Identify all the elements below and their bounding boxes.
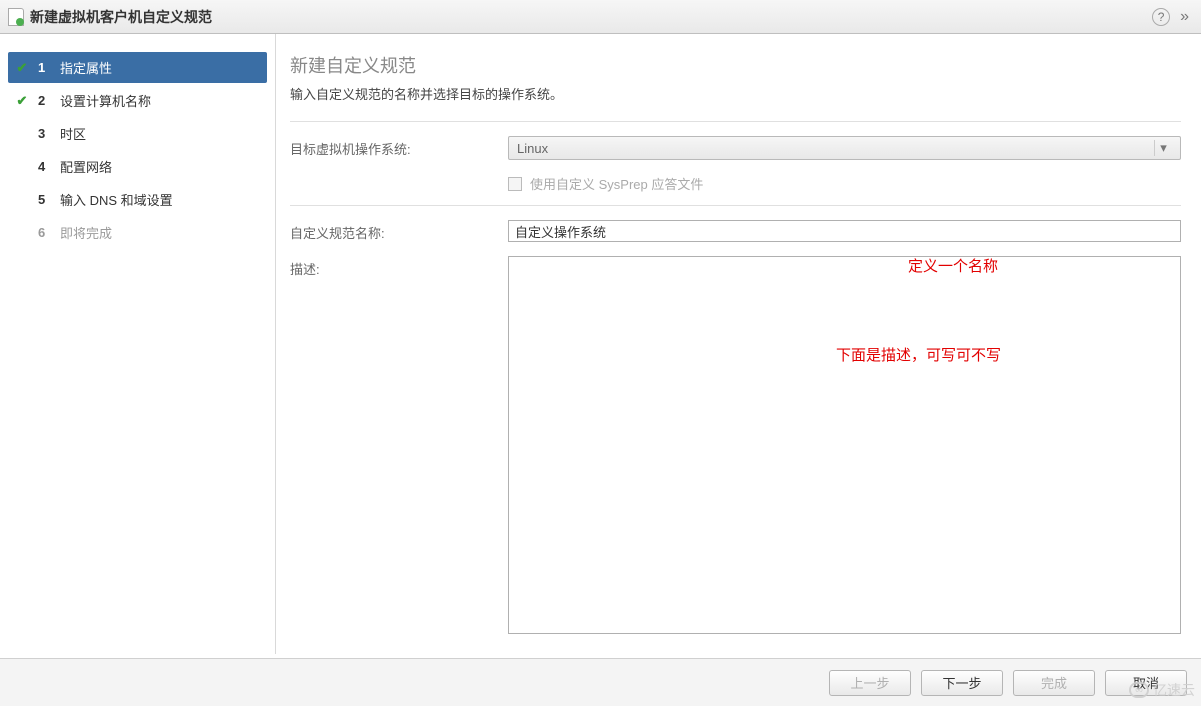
description-label: 描述: [290, 256, 508, 278]
step-label: 即将完成 [60, 223, 112, 242]
wizard-body: ✔ 1 指定属性 ✔ 2 设置计算机名称 3 时区 4 配置网络 5 输入 DN… [0, 34, 1201, 654]
wizard-content: 新建自定义规范 输入自定义规范的名称并选择目标的操作系统。 目标虚拟机操作系统:… [276, 34, 1201, 654]
step-number: 3 [38, 126, 52, 141]
step-3-timezone[interactable]: 3 时区 [8, 118, 267, 149]
annotation-description-optional: 下面是描述，可写可不写 [836, 344, 1001, 365]
step-4-network[interactable]: 4 配置网络 [8, 151, 267, 182]
back-button: 上一步 [829, 670, 911, 696]
step-label: 设置计算机名称 [60, 91, 151, 110]
step-label: 指定属性 [60, 58, 112, 77]
step-number: 2 [38, 93, 52, 108]
check-icon: ✔ [14, 93, 30, 109]
step-number: 5 [38, 192, 52, 207]
window-title: 新建虚拟机客户机自定义规范 [30, 7, 1146, 27]
step-label: 输入 DNS 和域设置 [60, 190, 173, 209]
check-icon: ✔ [14, 60, 30, 76]
spec-name-input[interactable] [508, 220, 1181, 242]
titlebar: 新建虚拟机客户机自定义规范 ? » [0, 0, 1201, 34]
watermark-icon: ∞ [1129, 682, 1149, 698]
divider [290, 205, 1181, 206]
target-os-label: 目标虚拟机操作系统: [290, 136, 508, 158]
divider [290, 121, 1181, 122]
step-label: 时区 [60, 124, 86, 143]
watermark-text: 亿速云 [1153, 680, 1195, 700]
row-description: 描述: [290, 256, 1181, 637]
step-number: 4 [38, 159, 52, 174]
step-number: 6 [38, 225, 52, 240]
step-6-ready: 6 即将完成 [8, 217, 267, 248]
step-1-properties[interactable]: ✔ 1 指定属性 [8, 52, 267, 83]
wizard-sidebar: ✔ 1 指定属性 ✔ 2 设置计算机名称 3 时区 4 配置网络 5 输入 DN… [0, 34, 276, 654]
expand-icon[interactable]: » [1176, 8, 1193, 26]
sysprep-checkbox [508, 177, 522, 191]
step-label: 配置网络 [60, 157, 112, 176]
select-value: Linux [517, 141, 548, 156]
row-spec-name: 自定义规范名称: [290, 220, 1181, 242]
wizard-footer: 上一步 下一步 完成 取消 [0, 658, 1201, 706]
page-heading: 新建自定义规范 [290, 52, 1181, 78]
row-target-os: 目标虚拟机操作系统: Linux ▾ [290, 136, 1181, 160]
spec-name-label: 自定义规范名称: [290, 220, 508, 242]
help-icon[interactable]: ? [1152, 8, 1170, 26]
target-os-select[interactable]: Linux ▾ [508, 136, 1181, 160]
step-2-computer-name[interactable]: ✔ 2 设置计算机名称 [8, 85, 267, 116]
finish-button: 完成 [1013, 670, 1095, 696]
description-textarea[interactable] [508, 256, 1181, 634]
annotation-define-name: 定义一个名称 [908, 255, 998, 276]
next-button[interactable]: 下一步 [921, 670, 1003, 696]
chevron-down-icon: ▾ [1154, 140, 1172, 156]
watermark: ∞ 亿速云 [1129, 680, 1195, 700]
sysprep-label: 使用自定义 SysPrep 应答文件 [530, 174, 703, 193]
page-subtitle: 输入自定义规范的名称并选择目标的操作系统。 [290, 84, 1181, 103]
step-5-dns-domain[interactable]: 5 输入 DNS 和域设置 [8, 184, 267, 215]
step-number: 1 [38, 60, 52, 75]
sysprep-row: 使用自定义 SysPrep 应答文件 [508, 174, 1181, 193]
new-spec-icon [8, 8, 24, 26]
